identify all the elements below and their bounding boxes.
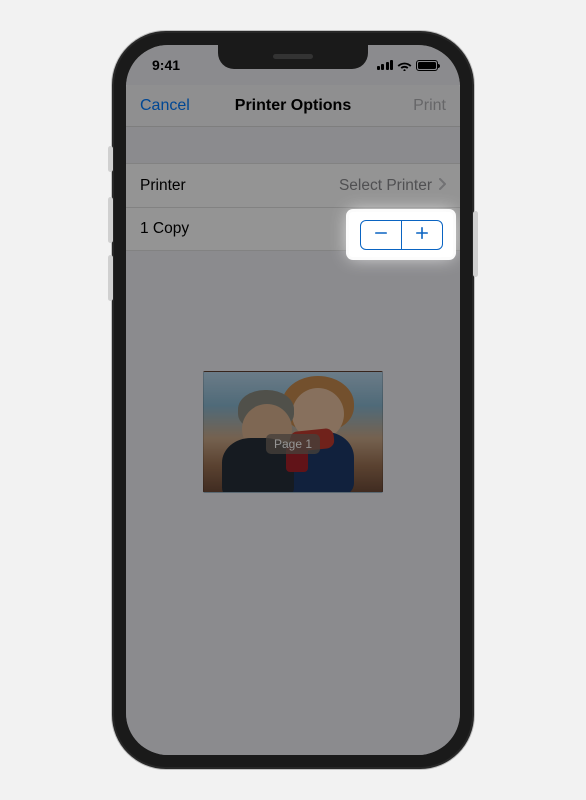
volume-down-button [108,255,113,301]
volume-up-button [108,197,113,243]
notch [218,45,368,69]
power-button [473,211,478,277]
mute-switch [108,146,113,172]
status-time: 9:41 [152,57,180,73]
status-indicators [377,60,438,71]
printer-label: Printer [140,177,186,195]
cellular-signal-icon [377,60,393,70]
phone-frame: 9:41 Cancel Printer Options Print Printe… [112,31,474,769]
printer-row[interactable]: Printer Select Printer [126,163,460,207]
nav-title: Printer Options [235,97,351,115]
plus-icon [414,225,430,245]
printer-value: Select Printer [339,177,432,195]
print-button[interactable]: Print [386,97,446,115]
speaker-grille [273,54,313,59]
wifi-icon [397,60,412,71]
copies-stepper [360,220,443,250]
chevron-right-icon [438,177,446,195]
page-preview[interactable]: Page 1 [203,371,383,493]
battery-icon [416,60,438,71]
page-badge: Page 1 [266,434,320,454]
decrement-button[interactable] [361,221,401,249]
cancel-button[interactable]: Cancel [140,97,200,115]
preview-area: Page 1 [126,251,460,493]
nav-bar: Cancel Printer Options Print [126,85,460,127]
printer-value-group: Select Printer [339,177,446,195]
copies-label: 1 Copy [140,220,189,238]
section-spacer [126,127,460,163]
annotation-highlight [349,212,453,257]
increment-button[interactable] [402,221,442,249]
screen: 9:41 Cancel Printer Options Print Printe… [126,45,460,755]
minus-icon [373,225,389,245]
